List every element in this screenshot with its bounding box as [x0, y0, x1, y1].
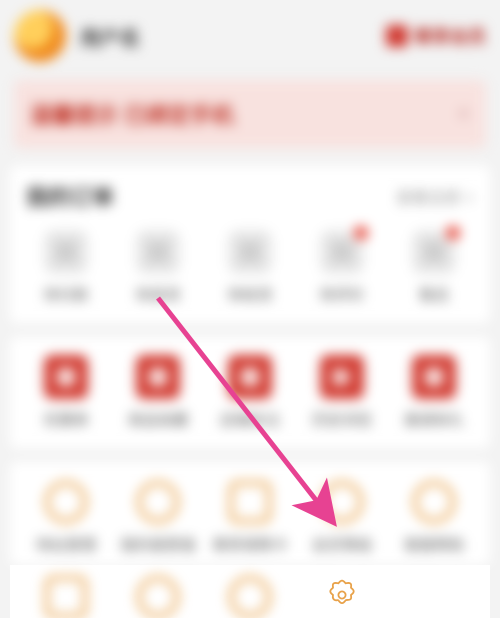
svc-label: 会员等级	[312, 534, 372, 555]
services-card-row2: 红包卡 邀请好友 意见反馈 设置	[10, 565, 490, 618]
tool-label: 优惠券	[43, 409, 88, 430]
orders-card: 我的订单 查看全部 > 待付款 待发货 待收货 待评价 售后	[10, 166, 490, 323]
tools-grid: 优惠券 商品收藏 店铺关注 历史浏览 邀请有礼	[20, 351, 480, 434]
order-label: 待发货	[135, 284, 180, 305]
ship-icon	[136, 230, 180, 274]
orders-more[interactable]: 查看全部 >	[396, 184, 474, 208]
tool-label: 历史浏览	[312, 409, 372, 430]
coupon-icon	[44, 355, 88, 399]
tool-history[interactable]: 历史浏览	[296, 351, 388, 434]
tool-favorites[interactable]: 商品收藏	[112, 351, 204, 434]
vip-badge[interactable]: 尊享会员	[386, 23, 486, 49]
feedback-icon	[228, 575, 272, 618]
invite-icon	[412, 355, 456, 399]
svc-guarantee[interactable]: 尊享保障卡	[204, 476, 296, 559]
vip-label: 尊享会员	[414, 23, 486, 49]
vip-icon	[386, 25, 408, 47]
level-icon	[320, 480, 364, 524]
notice-text: 温馨提示 已绑定手机	[30, 98, 234, 130]
tool-label: 商品收藏	[128, 409, 188, 430]
order-item-pending-ship[interactable]: 待发货	[112, 226, 204, 309]
close-icon[interactable]: ×	[457, 101, 470, 127]
svc-label: 客服帮助	[404, 534, 464, 555]
svc-settings[interactable]: 设置	[296, 571, 388, 618]
tools-card: 优惠券 商品收藏 店铺关注 历史浏览 邀请有礼	[10, 337, 490, 448]
guarantee-icon	[228, 480, 272, 524]
tool-label: 店铺关注	[220, 409, 280, 430]
avatar[interactable]	[14, 10, 66, 62]
order-item-review[interactable]: 待评价	[296, 226, 388, 309]
svc-empty	[388, 571, 480, 618]
svc-invite[interactable]: 邀请好友	[112, 571, 204, 618]
svc-points[interactable]: 我的星愿值	[112, 476, 204, 559]
services-row1: 地址管理 我的星愿值 尊享保障卡 会员等级 客服帮助	[20, 476, 480, 559]
aftersale-icon	[412, 230, 456, 274]
help-icon	[412, 480, 456, 524]
profile-header: 用户名 尊享会员	[0, 0, 500, 80]
gear-icon	[322, 575, 362, 615]
invite2-icon	[136, 575, 180, 618]
history-icon	[320, 355, 364, 399]
tool-label: 邀请有礼	[404, 409, 464, 430]
tool-invite[interactable]: 邀请有礼	[388, 351, 480, 434]
tool-coupons[interactable]: 优惠券	[20, 351, 112, 434]
services-row2: 红包卡 邀请好友 意见反馈 设置	[20, 571, 480, 618]
tool-follow[interactable]: 店铺关注	[204, 351, 296, 434]
points-icon	[136, 480, 180, 524]
svc-label: 我的星愿值	[120, 534, 195, 555]
order-label: 待付款	[43, 284, 88, 305]
notice-banner[interactable]: 温馨提示 已绑定手机 ×	[14, 80, 486, 148]
svc-feedback[interactable]: 意见反馈	[204, 571, 296, 618]
svc-help[interactable]: 客服帮助	[388, 476, 480, 559]
pay-icon	[44, 230, 88, 274]
address-icon	[44, 480, 88, 524]
username: 用户名	[80, 22, 140, 51]
order-item-pending-pay[interactable]: 待付款	[20, 226, 112, 309]
receive-icon	[228, 230, 272, 274]
favorite-icon	[136, 355, 180, 399]
services-card: 地址管理 我的星愿值 尊享保障卡 会员等级 客服帮助	[10, 462, 490, 565]
review-icon	[320, 230, 364, 274]
orders-title: 我的订单	[26, 180, 114, 212]
badge-dot	[444, 224, 462, 242]
order-item-pending-receive[interactable]: 待收货	[204, 226, 296, 309]
order-label: 待收货	[227, 284, 272, 305]
redpack-icon	[44, 575, 88, 618]
svc-label: 尊享保障卡	[212, 534, 287, 555]
svc-level[interactable]: 会员等级	[296, 476, 388, 559]
badge-dot	[352, 224, 370, 242]
svc-address[interactable]: 地址管理	[20, 476, 112, 559]
follow-icon	[228, 355, 272, 399]
orders-grid: 待付款 待发货 待收货 待评价 售后	[20, 226, 480, 309]
order-label: 待评价	[319, 284, 364, 305]
order-item-aftersale[interactable]: 售后	[388, 226, 480, 309]
svc-redpack[interactable]: 红包卡	[20, 571, 112, 618]
order-label: 售后	[419, 284, 449, 305]
svc-label: 地址管理	[36, 534, 96, 555]
